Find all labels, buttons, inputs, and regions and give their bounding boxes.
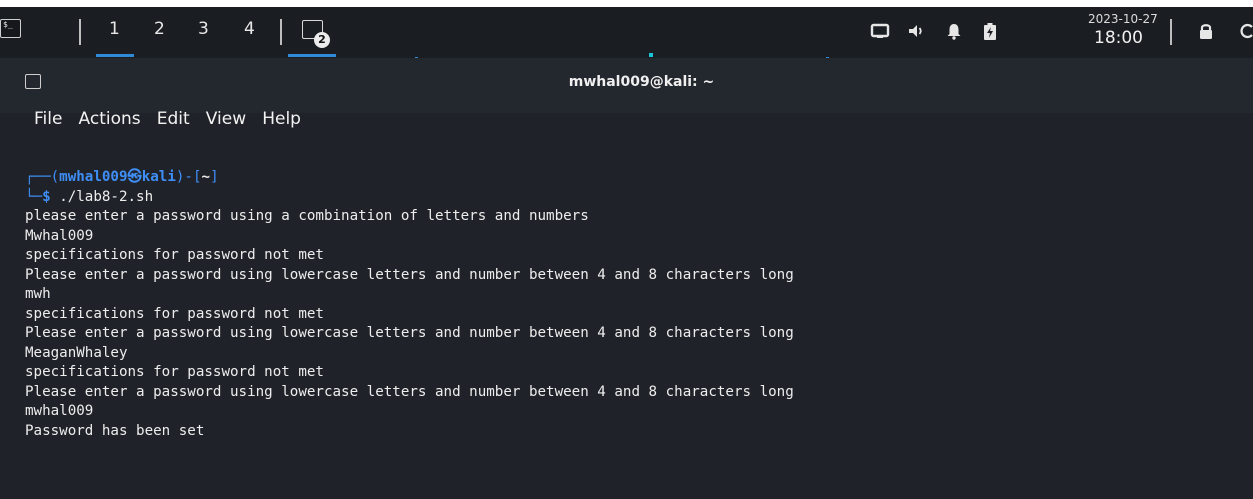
output-line: Password has been set bbox=[25, 422, 205, 439]
output-line: mwhal009 bbox=[25, 403, 94, 419]
prompt-user: mwhal009 bbox=[59, 169, 128, 185]
terminal-window: mwhal009@kali: ~ File Actions Edit View … bbox=[0, 58, 1253, 499]
command-text: ./lab8-2.sh bbox=[59, 188, 154, 205]
battery-icon[interactable] bbox=[980, 21, 1000, 41]
power-icon[interactable] bbox=[1238, 21, 1253, 41]
menu-edit[interactable]: Edit bbox=[157, 109, 190, 129]
prompt-line-1: ┌──(mwhal009㉿kali)-[~] bbox=[25, 169, 219, 185]
panel-separator bbox=[1170, 19, 1172, 45]
workspace-2[interactable]: 2 bbox=[154, 19, 165, 39]
output-line: Please enter a password using lowercase … bbox=[25, 266, 794, 283]
menu-bar: File Actions Edit View Help bbox=[34, 109, 312, 137]
prompt-line-2: └─$ ./lab8-2.sh bbox=[25, 188, 154, 205]
top-panel: $_ 1 2 3 4 2 2023-10-27 18:00 bbox=[0, 7, 1253, 58]
indicator-dot bbox=[649, 53, 653, 57]
panel-separator bbox=[280, 19, 282, 45]
output-line: MeaganWhaley bbox=[25, 344, 128, 361]
panel-separator bbox=[79, 19, 81, 45]
output-line: Mwhal009 bbox=[25, 227, 94, 244]
output-line: Please enter a password using lowercase … bbox=[25, 325, 794, 341]
workspace-4[interactable]: 4 bbox=[244, 19, 255, 39]
clock-date: 2023-10-27 bbox=[1088, 12, 1158, 26]
lock-icon[interactable] bbox=[1196, 21, 1216, 41]
menu-actions[interactable]: Actions bbox=[79, 109, 141, 129]
prompt-dir: ~ bbox=[201, 169, 211, 185]
menu-view[interactable]: View bbox=[206, 109, 246, 129]
output-line: Please enter a password using lowercase … bbox=[25, 383, 794, 400]
task-active-indicator bbox=[288, 54, 336, 57]
bell-icon[interactable] bbox=[944, 21, 964, 41]
output-line: specifications for password not met bbox=[25, 247, 324, 263]
volume-icon[interactable] bbox=[906, 21, 926, 41]
output-line: specifications for password not met bbox=[25, 305, 324, 322]
active-workspace-indicator bbox=[96, 54, 134, 57]
output-line: mwh bbox=[25, 286, 51, 302]
clock-time[interactable]: 18:00 bbox=[1094, 28, 1143, 48]
output-line: specifications for password not met bbox=[25, 364, 324, 380]
prompt-symbol: $ bbox=[42, 188, 51, 205]
window-title: mwhal009@kali: ~ bbox=[568, 74, 715, 90]
prompt-host: kali bbox=[141, 169, 176, 185]
menu-file[interactable]: File bbox=[34, 109, 62, 129]
display-icon[interactable] bbox=[870, 21, 890, 41]
menu-help[interactable]: Help bbox=[262, 109, 301, 129]
terminal-output[interactable]: ┌──(mwhal009㉿kali)-[~] └─$ ./lab8-2.sh ple… bbox=[25, 168, 1245, 441]
workspace-3[interactable]: 3 bbox=[198, 19, 209, 39]
terminal-launcher-icon[interactable]: $_ bbox=[0, 19, 21, 38]
task-count-badge: 2 bbox=[314, 32, 330, 48]
output-line: please enter a password using a combinat… bbox=[25, 208, 589, 224]
window-titlebar[interactable]: mwhal009@kali: ~ bbox=[0, 58, 1253, 113]
workspace-1[interactable]: 1 bbox=[109, 19, 120, 39]
